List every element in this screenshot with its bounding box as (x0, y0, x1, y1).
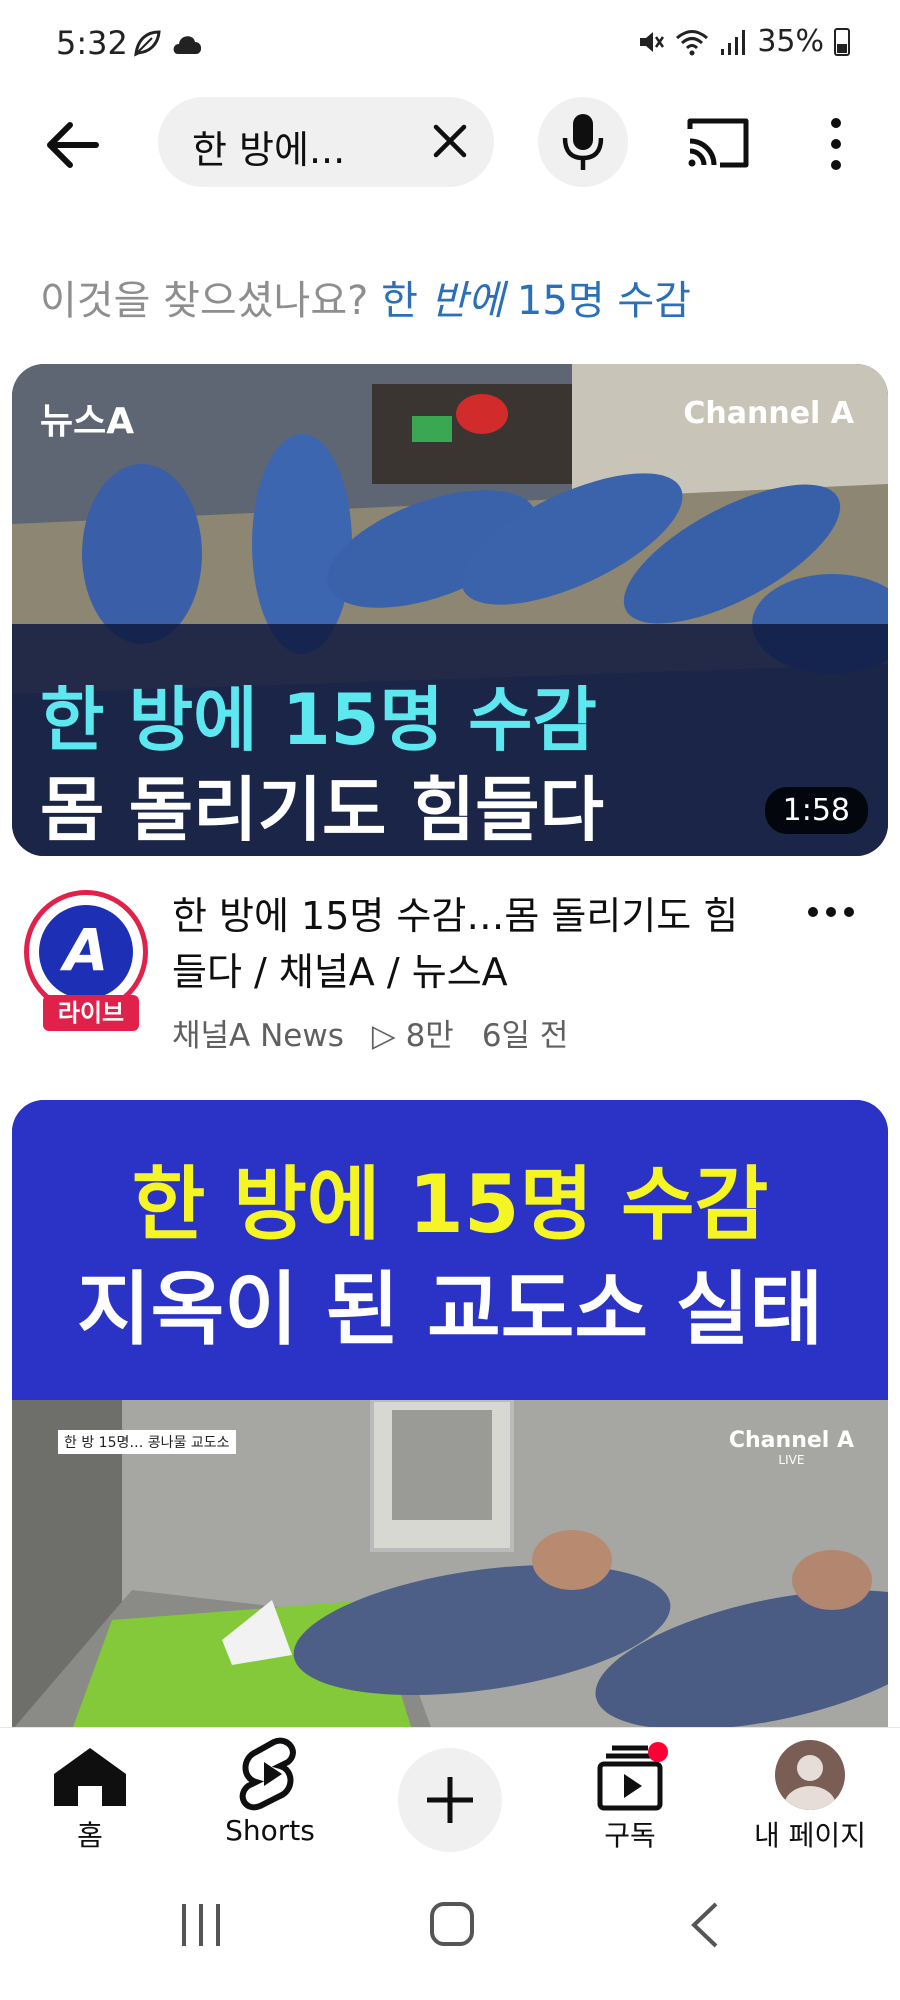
thumbnail-banner: 한 방에 15명 수감 지옥이 된 교도소 실태 (12, 1100, 888, 1400)
did-you-mean-prefix: 이것을 찾으셨나요? (40, 278, 369, 324)
wifi-icon (676, 29, 709, 55)
video-thumbnail-2[interactable]: 한 방에 15명 수감 지옥이 된 교도소 실태 한 방 15명… 콩나물 교도… (12, 1100, 888, 1730)
view-count: ▷ 8만 (371, 1018, 454, 1054)
upload-age: 6일 전 (481, 1018, 569, 1054)
avatar-silhouette (784, 1755, 836, 1810)
home-button-icon[interactable] (428, 1900, 476, 1948)
thumbnail-headline-2: 몸 돌리기도 힘들다 (40, 769, 604, 851)
search-input[interactable]: 한 방에... (158, 97, 494, 187)
battery-percent: 35% (757, 24, 824, 59)
channel-a-live-logo: Channel A LIVE (729, 1428, 854, 1467)
recent-apps-icon[interactable] (176, 1900, 226, 1950)
video-duration: 1:58 (764, 787, 868, 834)
leaf-icon (134, 30, 161, 57)
status-left-icons (132, 28, 204, 58)
channel-name: 채널A News (172, 1018, 344, 1054)
plus-icon (427, 1777, 473, 1823)
suggestion-part-after: 15명 수감 (504, 278, 691, 324)
nav-create[interactable] (398, 1728, 502, 1852)
close-icon (433, 124, 467, 158)
video-thumbnail[interactable]: 뉴스A Channel A 한 방에 15명 수감 몸 돌리기도 힘들다 1:5… (12, 364, 888, 856)
scene-logo-sub: LIVE (778, 1453, 805, 1467)
voice-search-button[interactable] (538, 97, 628, 187)
battery-icon (834, 27, 850, 56)
nav-home[interactable]: 홈 (40, 1728, 140, 1852)
video-options-button[interactable] (806, 900, 856, 924)
did-you-mean-link[interactable]: 한 반에 15명 수감 (381, 278, 691, 324)
more-horizontal-icon (808, 907, 854, 917)
clear-search-button[interactable] (430, 121, 470, 161)
channel-a-logo: Channel A (683, 396, 854, 431)
search-query[interactable]: 한 방에... (192, 119, 345, 174)
live-badge: 라이브 (43, 995, 139, 1031)
cast-button[interactable] (684, 113, 752, 173)
back-arrow-icon (47, 122, 99, 168)
subscriptions-icon (597, 1742, 668, 1811)
status-right: 35% (637, 24, 850, 59)
thumbnail-headline-1: 한 방에 15명 수감 (40, 679, 597, 761)
signal-icon (721, 29, 746, 55)
cast-icon (687, 118, 749, 168)
more-options-button[interactable] (818, 111, 854, 177)
mute-icon (640, 31, 665, 52)
system-back-icon[interactable] (684, 1900, 724, 1950)
nav-subscriptions[interactable]: 구독 (580, 1728, 680, 1852)
video-meta: A 라이브 한 방에 15명 수감…몸 돌리기도 힘들다 / 채널A / 뉴스A… (0, 870, 900, 1054)
nav-shorts-label: Shorts (225, 1814, 315, 1847)
nav-my-page[interactable]: 내 페이지 (745, 1728, 875, 1852)
mic-icon (562, 114, 604, 170)
system-navigation-bar (0, 1860, 900, 2000)
news-a-logo: 뉴스A (40, 401, 135, 442)
nav-subscriptions-label: 구독 (604, 1819, 656, 1852)
more-vertical-icon (831, 118, 841, 170)
video-title[interactable]: 한 방에 15명 수감…몸 돌리기도 힘들다 / 채널A / 뉴스A (172, 888, 772, 1000)
banner-headline-1: 한 방에 15명 수감 (131, 1158, 769, 1251)
create-button[interactable] (398, 1748, 502, 1852)
search-header: 한 방에... (0, 95, 900, 195)
suggestion-correction: 반에 (430, 278, 505, 324)
bottom-navigation: 홈 Shorts 구독 내 페이지 (0, 1727, 900, 1852)
avatar-icon (775, 1740, 845, 1810)
scene-logo-text: Channel A (728, 1428, 854, 1453)
nav-home-label: 홈 (77, 1819, 103, 1852)
status-time: 5:32 (56, 24, 128, 62)
video-subtitle: 채널A News ▷ 8만 6일 전 (172, 1010, 596, 1055)
nav-shorts[interactable]: Shorts (210, 1728, 330, 1848)
home-icon (54, 1748, 126, 1806)
back-button[interactable] (40, 117, 110, 173)
did-you-mean: 이것을 찾으셨나요? 한 반에 15명 수감 (40, 268, 691, 326)
shorts-icon (239, 1737, 296, 1811)
channel-avatar-letter: A (39, 905, 133, 999)
nav-my-page-label: 내 페이지 (754, 1819, 866, 1852)
status-bar: 5:32 35% (0, 0, 900, 90)
banner-headline-2: 지옥이 된 교도소 실태 (77, 1263, 823, 1356)
suggestion-part-before: 한 (381, 278, 431, 324)
cloud-icon (173, 36, 202, 54)
channel-avatar[interactable]: A 라이브 (24, 890, 148, 1031)
scene-caption: 한 방 15명… 콩나물 교도소 (58, 1430, 236, 1454)
